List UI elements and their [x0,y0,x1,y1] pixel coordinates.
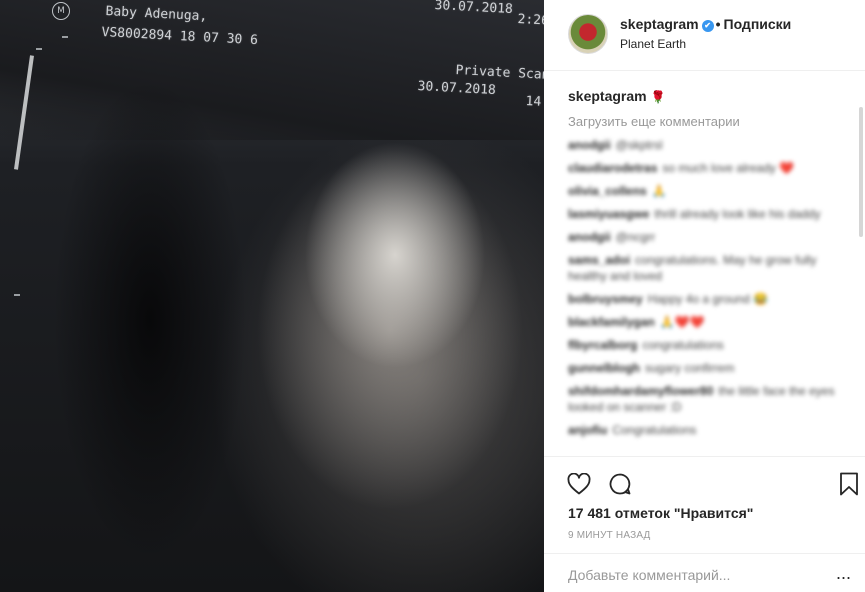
comment-user[interactable]: anjofiu [568,423,607,437]
save-button[interactable] [836,471,862,497]
comment-user[interactable]: lasmiyuasgwe [568,207,649,221]
comment-user[interactable]: blackfamilygan [568,315,655,329]
scan-tick [62,36,68,38]
comment-text: so much love already ❤️ [662,161,795,175]
comment-text: 🙏 [651,184,667,198]
caption: skeptagram 🌹 [568,88,666,104]
comment-user[interactable]: anodgii [568,138,611,152]
scan-logo-icon: M [52,2,70,20]
load-more-comments-link[interactable]: Загрузить еще комментарии [568,114,740,129]
comment-item: claudiarodetras so much love already ❤️ [568,160,843,176]
comment-text: Congratulations [612,423,697,437]
comment-item: shifdomhardamyflower80 the little face th… [568,383,843,415]
comment-user[interactable]: bolbruysmey [568,292,643,306]
comment-text: sugary confirrem [644,361,735,375]
comment-text: @ncgrr [615,230,656,244]
add-comment-section: ... [544,553,865,592]
post-sidebar: skeptagram ✔ • Подписки Planet Earth skepta… [544,0,865,592]
comment-icon [609,473,631,495]
comment-user[interactable]: shifdomhardamyflower80 [568,384,713,398]
comment-text: Happy 4o a ground 😂 [647,292,769,306]
comment-list: anodgii @skptrsl claudiarodetras so much l… [568,137,843,445]
rose-icon: 🌹 [650,90,666,104]
header-separator: • [715,16,721,32]
avatar[interactable] [568,14,608,54]
comment-item: flbyrcalborg congratulations [568,337,843,353]
bookmark-icon [840,472,858,496]
post-photo[interactable]: M Baby Adenuga, 30.07.2018 2:26 VS800289… [0,0,544,592]
comment-item: anodgii @skptrsl [568,137,843,153]
comment-user[interactable]: olivia_collens [568,184,647,198]
comment-text: thrill already look like his daddy [654,207,821,221]
likes-count[interactable]: 17 481 отметок "Нравится" [568,505,753,521]
comment-user[interactable]: sams_adoi [568,253,630,267]
follow-button[interactable]: Подписки [724,16,792,32]
header-username-row: skeptagram ✔ • Подписки [620,16,791,32]
like-button[interactable] [566,471,592,497]
comment-item: olivia_collens 🙏 [568,183,843,199]
comment-text: 🙏❤️❤️ [659,315,705,329]
photo-shadow [40,40,270,592]
verified-icon: ✔ [701,20,714,32]
scan-tick [14,294,20,296]
comment-text: @skptrsl [615,138,663,152]
comment-item: anjofiu Congratulations [568,422,843,438]
comment-button[interactable] [607,471,633,497]
comment-item: lasmiyuasgwe thrill already look like his… [568,206,843,222]
comment-item: bolbruysmey Happy 4o a ground 😂 [568,291,843,307]
scan-tick [36,48,42,50]
comment-text: congratulations [642,338,724,352]
add-comment-input[interactable] [568,565,818,585]
comments-scrollbar[interactable] [859,107,863,237]
post-timestamp[interactable]: 9 МИНУТ НАЗАД [568,530,651,541]
header-username[interactable]: skeptagram [620,16,699,32]
comment-item: gunnelblogh sugary confirrem [568,360,843,376]
comments-area[interactable]: skeptagram 🌹 Загрузить еще комментарии an… [544,71,865,456]
comment-item: sams_adoi congratulations. May he grow fu… [568,252,843,284]
comment-user[interactable]: flbyrcalborg [568,338,637,352]
location-link[interactable]: Planet Earth [620,37,686,51]
comment-item: blackfamilygan 🙏❤️❤️ [568,314,843,330]
comment-user[interactable]: gunnelblogh [568,361,640,375]
scan-time-bottom: 14 [525,94,542,110]
comment-user[interactable]: anodgii [568,230,611,244]
heart-icon [567,473,591,495]
scan-time-top: 2:26 [517,12,544,29]
more-options-button[interactable]: ... [836,564,851,582]
post-header: skeptagram ✔ • Подписки Planet Earth [544,0,865,71]
comment-item: anodgii @ncgrr [568,229,843,245]
post-actions: 17 481 отметок "Нравится" 9 МИНУТ НАЗАД … [544,456,865,592]
comment-user[interactable]: claudiarodetras [568,161,657,175]
caption-username[interactable]: skeptagram [568,88,647,104]
